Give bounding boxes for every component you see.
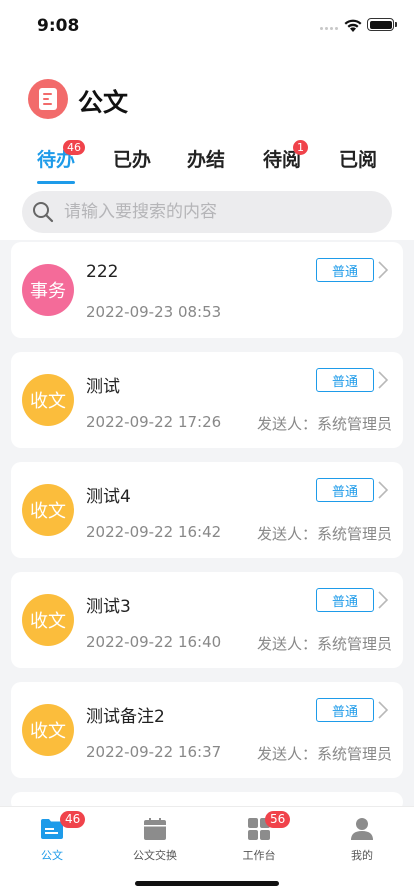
- user-icon: [351, 818, 373, 840]
- item-sender: 发送人：系统管理员: [256, 415, 392, 433]
- item-date: 2022-09-22 16:40: [86, 633, 222, 651]
- chevron-right-icon: [378, 591, 389, 609]
- priority-badge: 普通: [316, 478, 374, 502]
- tab-finished[interactable]: 办结: [187, 144, 225, 188]
- item-title: 测试3: [86, 597, 131, 617]
- tabbar-label: 公文交换: [133, 849, 177, 862]
- item-sender: 发送人：系统管理员: [256, 745, 392, 763]
- status-bar: 9:08: [0, 0, 414, 50]
- search-input[interactable]: [64, 191, 384, 233]
- item-sender: 发送人：系统管理员: [256, 635, 392, 653]
- list-item[interactable]: 收文 测试3 2022-09-22 16:40 发送人：系统管理员 普通: [11, 572, 403, 668]
- status-time: 9:08: [37, 16, 80, 36]
- priority-badge: 普通: [316, 368, 374, 392]
- item-date: 2022-09-22 16:37: [86, 743, 222, 761]
- chevron-right-icon: [378, 481, 389, 499]
- chevron-right-icon: [378, 261, 389, 279]
- priority-badge: 普通: [316, 588, 374, 612]
- tab-to-read[interactable]: 待阅 1: [263, 140, 308, 188]
- category-avatar: 收文: [22, 594, 74, 646]
- tabbar-label: 公文: [41, 849, 63, 862]
- tabbar-item-workbench[interactable]: 56 工作台: [219, 811, 299, 869]
- category-avatar: 收文: [22, 374, 74, 426]
- item-sender: 发送人：系统管理员: [256, 525, 392, 543]
- item-date: 2022-09-23 08:53: [86, 303, 222, 321]
- item-title: 测试4: [86, 487, 131, 507]
- tabbar-badge: 46: [60, 811, 86, 828]
- tab-badge: 46: [63, 140, 85, 155]
- tab-todo[interactable]: 待办 46: [37, 140, 85, 188]
- signal-icon: [320, 27, 338, 30]
- list-item[interactable]: 事务 222 2022-09-23 08:53 普通: [11, 242, 403, 338]
- category-avatar: 收文: [22, 484, 74, 536]
- tabbar-label: 我的: [351, 849, 373, 862]
- category-avatar: 事务: [22, 264, 74, 316]
- chevron-right-icon: [378, 701, 389, 719]
- item-date: 2022-09-22 16:42: [86, 523, 222, 541]
- tab-bar: 待办 46 已办 办结 待阅 1 已阅: [0, 140, 414, 188]
- tabbar-item-profile[interactable]: 我的: [322, 817, 402, 869]
- category-avatar: 收文: [22, 704, 74, 756]
- search-icon: [33, 202, 54, 223]
- item-title: 测试备注2: [86, 707, 165, 727]
- search-bar[interactable]: [22, 191, 392, 233]
- tab-label: 已阅: [339, 149, 378, 171]
- tab-label: 已办: [113, 149, 152, 171]
- page-title: 公文: [78, 88, 129, 117]
- tab-done[interactable]: 已办: [113, 144, 151, 188]
- tabbar-badge: 56: [265, 811, 291, 828]
- list-item[interactable]: 收文 测试 2022-09-22 17:26 发送人：系统管理员 普通: [11, 352, 403, 448]
- header: 公文 待办 46 已办 办结 待阅 1 已阅: [0, 50, 414, 240]
- tabbar-item-exchange[interactable]: 公文交换: [115, 817, 195, 869]
- item-title: 测试: [86, 377, 120, 397]
- home-indicator: [135, 881, 279, 886]
- item-date: 2022-09-22 17:26: [86, 413, 222, 431]
- priority-badge: 普通: [316, 258, 374, 282]
- list-item[interactable]: 收文 测试备注2 2022-09-22 16:37 发送人：系统管理员 普通: [11, 682, 403, 778]
- tabbar-item-documents[interactable]: 46 公文: [12, 811, 92, 869]
- priority-badge: 普通: [316, 698, 374, 722]
- chevron-right-icon: [378, 371, 389, 389]
- calendar-icon: [144, 818, 166, 840]
- tab-badge: 1: [293, 140, 308, 155]
- tab-label: 办结: [187, 149, 226, 171]
- item-title: 222: [86, 262, 119, 282]
- battery-icon: [367, 18, 397, 31]
- document-logo-icon: [28, 79, 68, 119]
- tab-read[interactable]: 已阅: [339, 144, 377, 188]
- wifi-icon: [344, 19, 362, 32]
- tab-underline: [37, 181, 76, 184]
- list-item[interactable]: 收文 测试4 2022-09-22 16:42 发送人：系统管理员 普通: [11, 462, 403, 558]
- tabbar-label: 工作台: [242, 849, 276, 862]
